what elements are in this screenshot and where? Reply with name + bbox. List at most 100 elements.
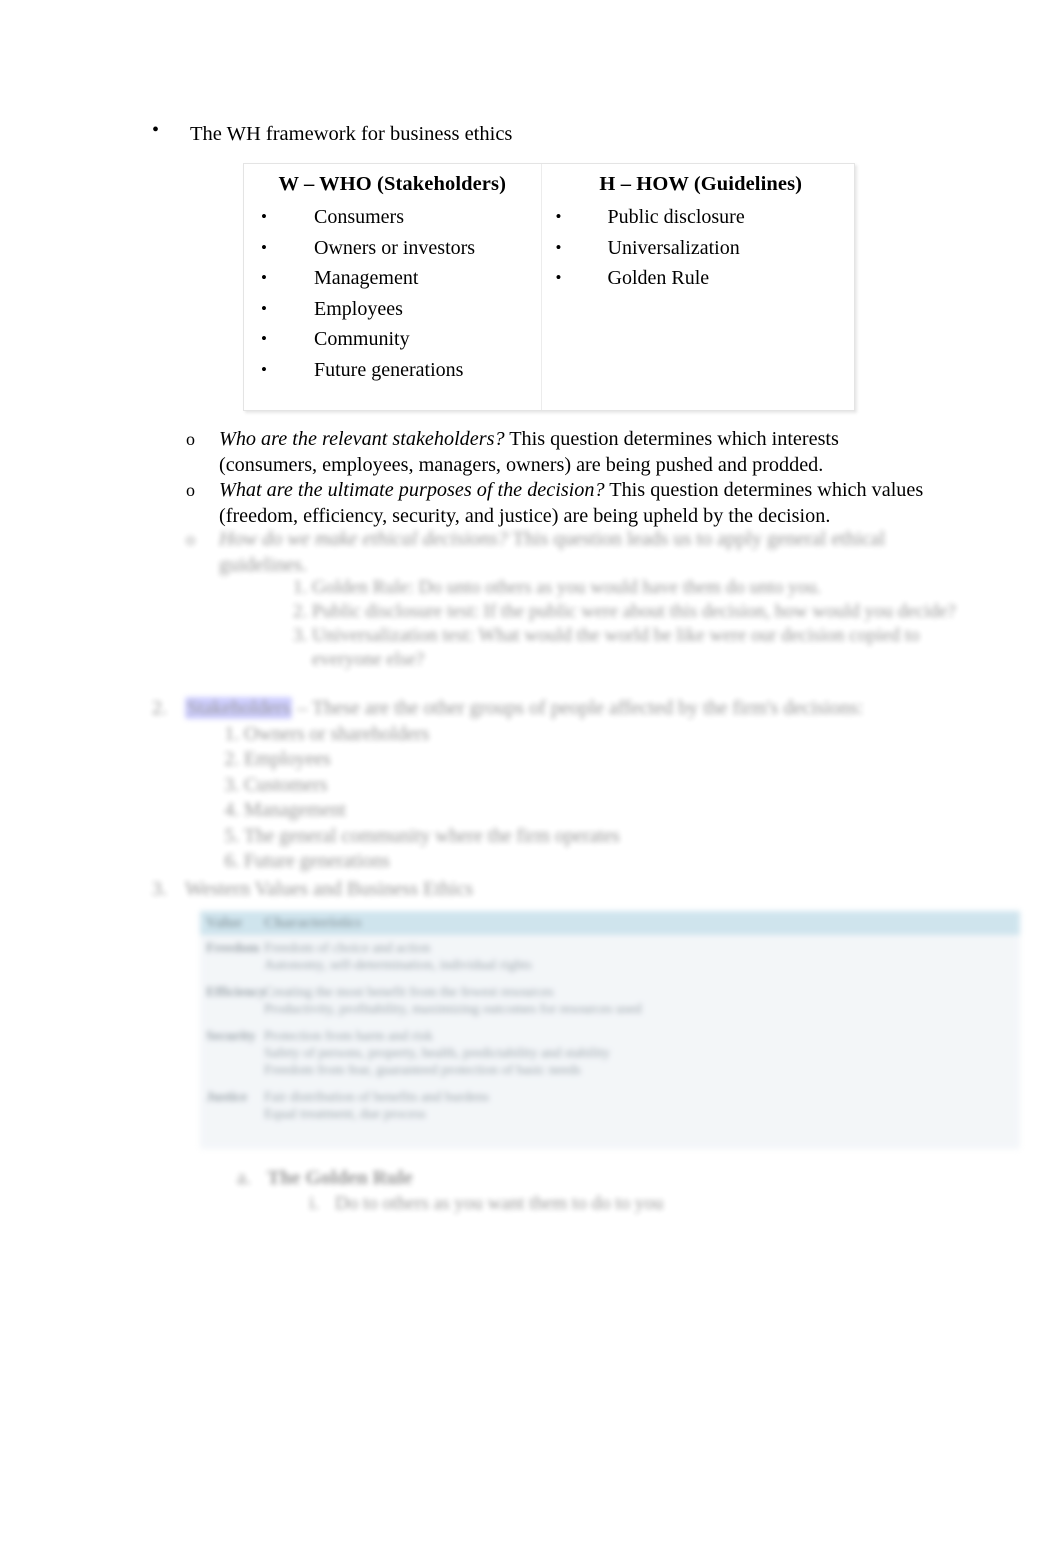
list-item: Public disclosure test: If the public we… <box>312 600 960 624</box>
faded-ordered-list: Golden Rule: Do unto others as you would… <box>280 576 960 672</box>
table-row: Justice Fair distribution of benefits an… <box>200 1084 1020 1128</box>
wh-column-how: H – HOW (Guidelines) • Public disclosure … <box>542 164 854 410</box>
wh-who-item: Consumers <box>314 206 404 228</box>
bullet-dot-icon: • <box>261 237 267 257</box>
wh-how-list: • Public disclosure • Universalization • Go… <box>542 202 854 294</box>
list-item: Golden Rule: Do unto others as you would… <box>312 576 960 600</box>
list-item: Future generations <box>244 849 972 875</box>
characteristic-line: Equal treatment, due process <box>264 1107 426 1122</box>
list-item: • Universalization <box>542 233 854 264</box>
list-marker: a. <box>237 1167 251 1189</box>
bullet-dot-icon: • <box>261 359 267 379</box>
values-table-cell-characteristics: Freedom of choice and action Autonomy, s… <box>264 940 1020 974</box>
question-item: o What are the ultimate purposes of the … <box>186 478 926 529</box>
wh-who-header: W – WHO (Stakeholders) <box>278 173 507 195</box>
bullet-dot-icon: • <box>261 298 267 318</box>
question-emphasis: Who are the relevant stakeholders? <box>219 428 505 450</box>
characteristic-line: Autonomy, self-determination, individual… <box>264 958 532 973</box>
highlighted-term: Stakeholders <box>185 697 293 719</box>
document-page: • The WH framework for business ethics W… <box>0 0 1062 1556</box>
faded-guideline-list: Golden Rule: Do unto others as you would… <box>280 576 960 672</box>
wh-column-who: W – WHO (Stakeholders) • Consumers • Owner… <box>244 164 542 410</box>
list-item: • Employees <box>244 294 541 325</box>
list-item: Owners or shareholders <box>244 722 972 748</box>
bullet-dot-icon: • <box>555 207 562 226</box>
values-table-cell-characteristics: Protection from harm and risk Safety of … <box>264 1028 1020 1079</box>
list-item: • Owners or investors <box>244 233 541 264</box>
list-item: • Golden Rule <box>542 263 854 294</box>
wh-who-item: Management <box>314 267 419 289</box>
table-row: Security Protection from harm and risk S… <box>200 1023 1020 1084</box>
bullet-dot-icon: • <box>555 268 562 287</box>
wh-who-item: Community <box>314 328 410 350</box>
values-table-cell-characteristics: Creating the most benefit from the fewes… <box>264 984 1020 1018</box>
bullet-dot-icon: • <box>152 119 160 141</box>
bullet-dot-icon: • <box>555 237 562 257</box>
faded-golden-rule-sub-text: Do to others as you want them to do to y… <box>335 1193 664 1214</box>
table-row: Freedom Freedom of choice and action Aut… <box>200 935 1020 979</box>
list-item: Employees <box>244 747 972 773</box>
values-table-cell-value: Justice <box>206 1090 248 1105</box>
faded-section-heading: 3. Western Values and Business Ethics <box>152 877 752 902</box>
characteristic-line: Freedom of choice and action <box>264 941 431 956</box>
list-item: Management <box>244 798 972 824</box>
circle-bullet-icon: o <box>186 529 195 549</box>
faded-stakeholders-block: 2. Stakeholders – These are the other gr… <box>152 696 972 875</box>
table-row: Efficiency Creating the most benefit fro… <box>200 979 1020 1023</box>
list-item: • Public disclosure <box>542 202 854 233</box>
wh-framework-table: W – WHO (Stakeholders) • Consumers • Owner… <box>243 163 855 411</box>
wh-how-item: Universalization <box>607 236 740 259</box>
faded-stakeholders-heading: Stakeholders – These are the other group… <box>152 696 972 722</box>
wh-who-list: • Consumers • Owners or investors • Managem… <box>244 202 541 385</box>
values-table-cell-value: Freedom <box>206 941 260 956</box>
wh-how-header: H – HOW (Guidelines) <box>599 173 803 195</box>
list-item: • Consumers <box>244 202 541 233</box>
characteristic-line: Safety of persons, property, health, pre… <box>264 1046 610 1061</box>
wh-who-item: Future generations <box>314 358 464 381</box>
list-marker: i. <box>309 1193 320 1214</box>
values-table-header-characteristics: Characteristics <box>264 914 362 931</box>
faded-question-three: o How do we make ethical decisions? This… <box>186 527 956 578</box>
list-item: • Management <box>244 263 541 294</box>
values-table-header-value: Value <box>206 914 243 931</box>
characteristic-line: Freedom from fear, guaranteed protection… <box>264 1063 581 1078</box>
list-item: • Community <box>244 324 541 355</box>
wh-how-item: Golden Rule <box>607 267 710 289</box>
list-item: Universalization test: What would the wo… <box>312 624 960 672</box>
faded-question-emphasis: How do we make ethical decisions? <box>219 528 508 550</box>
characteristic-line: Protection from harm and risk <box>264 1029 433 1044</box>
faded-question-three-body: How do we make ethical decisions? This q… <box>186 527 956 578</box>
values-table-cell-value: Efficiency <box>206 985 266 1000</box>
faded-golden-rule-heading: The Golden Rule <box>267 1167 413 1189</box>
faded-golden-rule-block: a. The Golden Rule i. Do to others as you… <box>237 1165 857 1217</box>
list-item: Customers <box>244 773 972 799</box>
circle-bullet-icon: o <box>186 429 195 449</box>
question-item: o Who are the relevant stakeholders? Thi… <box>186 427 926 478</box>
bullet-dot-icon: • <box>261 207 267 226</box>
wh-who-item: Owners or investors <box>314 236 476 259</box>
values-table-header-row: Value Characteristics <box>200 911 1020 935</box>
wh-who-item: Employees <box>314 297 403 320</box>
values-table-cell-characteristics: Fair distribution of benefits and burden… <box>264 1089 1020 1123</box>
characteristic-line: Creating the most benefit from the fewes… <box>264 985 554 1000</box>
characteristic-line: Productivity, profitability, maximizing … <box>264 1002 642 1017</box>
top-level-bullet: • The WH framework for business ethics <box>152 119 912 148</box>
top-bullet-text: The WH framework for business ethics <box>190 123 513 145</box>
values-characteristics-table: Value Characteristics Freedom Freedom of… <box>200 911 1020 1149</box>
list-number: 2. <box>152 697 167 719</box>
faded-stakeholders-rest: – These are the other groups of people a… <box>292 697 864 719</box>
circle-bullet-icon: o <box>186 480 195 500</box>
list-item: The general community where the firm ope… <box>244 824 972 850</box>
values-table-cell-value: Security <box>206 1029 256 1044</box>
bullet-dot-icon: • <box>261 268 267 287</box>
list-number: 3. <box>152 878 167 900</box>
list-item: • Future generations <box>244 355 541 386</box>
characteristic-line: Fair distribution of benefits and burden… <box>264 1090 490 1105</box>
question-emphasis: What are the ultimate purposes of the de… <box>219 479 605 501</box>
wh-how-item: Public disclosure <box>607 206 745 228</box>
ethics-questions-block: o Who are the relevant stakeholders? Thi… <box>186 427 926 529</box>
faded-section-heading-text: Western Values and Business Ethics <box>185 878 473 900</box>
bullet-dot-icon: • <box>261 329 267 348</box>
faded-stakeholder-items: Owners or shareholders Employees Custome… <box>152 722 972 876</box>
faded-golden-rule-sub: i. Do to others as you want them to do to… <box>237 1191 857 1217</box>
